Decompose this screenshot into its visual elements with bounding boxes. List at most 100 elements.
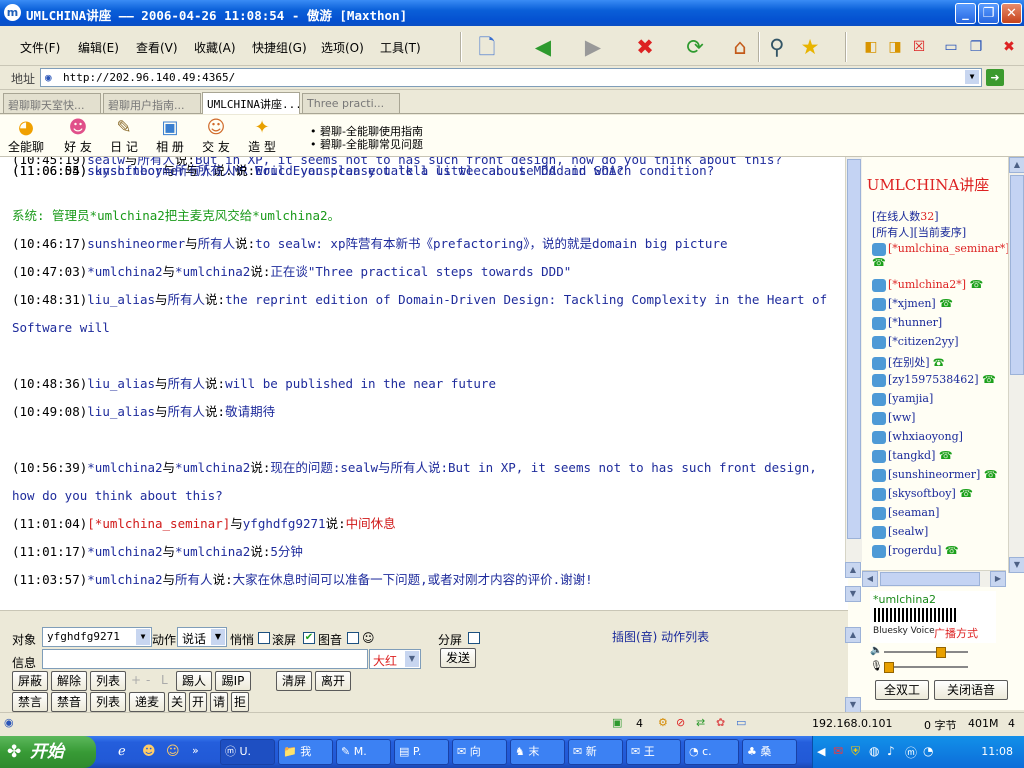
unblock-button[interactable]: 解除 xyxy=(51,671,87,691)
clear-screen-button[interactable]: 清屏 xyxy=(276,671,312,691)
tray-arrow-icon[interactable]: ◀ xyxy=(817,745,825,758)
task-button[interactable]: ▤ P. xyxy=(394,739,449,765)
plus-button[interactable]: + xyxy=(131,673,141,687)
tab-umlchina[interactable]: UMLCHINA讲座... xyxy=(202,92,300,114)
full-duplex-button[interactable]: 全双工 xyxy=(875,680,929,700)
user-list-item[interactable]: [sealw] xyxy=(872,525,928,539)
off-button[interactable]: 关 xyxy=(168,692,186,712)
user-list-item[interactable]: [sunshineormer] ☎ xyxy=(872,468,998,482)
target-select[interactable]: yfghdfg9271 ▼ xyxy=(42,627,152,647)
task-button[interactable]: ✉ 向 xyxy=(452,739,507,765)
message-input[interactable] xyxy=(42,649,368,669)
diary-button[interactable]: ✎ 日 记 xyxy=(104,118,144,155)
split-checkbox[interactable] xyxy=(468,632,480,644)
quick-launch-icon-2[interactable]: ☺ xyxy=(166,744,180,759)
user-list-item[interactable]: [seaman] xyxy=(872,506,939,520)
whisper-checkbox[interactable] xyxy=(258,632,270,644)
broadcast-mode[interactable]: 广播方式 xyxy=(934,625,978,641)
task-button[interactable]: ♣ 桑 xyxy=(742,739,797,765)
scroll-checkbox[interactable]: ✔ xyxy=(303,632,315,644)
user-list-item[interactable]: [skysoftboy] ☎ xyxy=(872,487,973,501)
task-button[interactable]: ✎ M. xyxy=(336,739,391,765)
tab-three-practical[interactable]: Three practi... xyxy=(302,93,400,113)
list2-button[interactable]: 列表 xyxy=(90,692,126,712)
next-tab-icon[interactable]: ◨ xyxy=(882,34,908,60)
menu-edit[interactable]: 编辑(E) xyxy=(78,39,119,56)
flower-icon[interactable]: ✿ xyxy=(716,716,725,729)
tab-bliao-chatroom[interactable]: 碧聊聊天室快... xyxy=(3,93,101,113)
task-button[interactable]: ♞ 末 xyxy=(510,739,565,765)
tray-volume-icon[interactable]: ♪ xyxy=(887,744,895,758)
mic-volume-slider[interactable] xyxy=(884,662,968,673)
list-button[interactable]: 列表 xyxy=(90,671,126,691)
mute-voice-button[interactable]: 禁音 xyxy=(51,692,87,712)
tray-mail-icon[interactable]: ✉ xyxy=(833,744,843,758)
net-icon[interactable]: ⇄ xyxy=(696,716,705,729)
dating-button[interactable]: ☺ 交 友 xyxy=(196,118,236,155)
send-button[interactable]: 发送 xyxy=(440,648,476,668)
friends-button[interactable]: ☻ 好 友 xyxy=(58,118,98,155)
speaker-volume-slider[interactable] xyxy=(884,647,968,658)
mute-text-button[interactable]: 禁言 xyxy=(12,692,48,712)
user-list-item[interactable]: [ww] xyxy=(872,411,915,425)
tray-network-icon[interactable]: ◍ xyxy=(869,744,879,758)
pass-mic-button[interactable]: 递麦 xyxy=(129,692,165,712)
user-list-hscrollbar[interactable]: ◀ ▶ xyxy=(862,570,1006,587)
go-icon[interactable]: ➜ xyxy=(986,69,1004,86)
quick-launch-icon[interactable]: ☻ xyxy=(142,744,156,759)
minimize-tab-icon[interactable]: ▭ xyxy=(938,34,964,60)
chevron-down-icon[interactable]: ▼ xyxy=(405,651,419,667)
user-list-scrollbar[interactable]: ▲ ▼ xyxy=(1008,157,1024,573)
tray-maxthon-icon[interactable]: ⓜ xyxy=(905,744,917,761)
block-icon[interactable]: ⊘ xyxy=(676,716,685,729)
new-page-icon[interactable]: 🗋 xyxy=(474,34,500,60)
user-list-item[interactable]: [*xjmen] ☎ xyxy=(872,297,953,311)
user-list-item[interactable]: [rogerdu] ☎ xyxy=(872,544,959,558)
insert-link[interactable]: 插图(音) 动作列表 xyxy=(612,628,709,645)
user-list-item[interactable]: [yamjia] xyxy=(872,392,933,406)
monitor-icon[interactable]: ▭ xyxy=(736,716,746,729)
user-list-item[interactable]: [在别处] ☎ xyxy=(872,354,944,370)
leave-button[interactable]: 离开 xyxy=(315,671,351,691)
task-button[interactable]: ◔ c. xyxy=(684,739,739,765)
input-scrollbar[interactable]: ▲ ▼ xyxy=(845,627,861,713)
menu-options[interactable]: 选项(O) xyxy=(321,39,364,56)
task-button[interactable]: ⓜ U. xyxy=(220,739,275,765)
close-all-icon[interactable]: ✖ xyxy=(996,34,1022,60)
user-list-item[interactable]: [whxiaoyong] xyxy=(872,430,963,444)
stop-icon[interactable]: ✖ xyxy=(632,34,658,60)
user-list-item[interactable]: [zy1597538462] ☎ xyxy=(872,373,996,387)
user-list-item[interactable]: [*umlchina2*] ☎ xyxy=(872,278,983,292)
user-list-item[interactable]: [tangkd] ☎ xyxy=(872,449,953,463)
chat-scrollbar-tail[interactable]: ▲ ▼ xyxy=(845,562,861,610)
reject-button[interactable]: 拒 xyxy=(231,692,249,712)
chat-scrollbar[interactable] xyxy=(845,157,862,562)
all-chat-button[interactable]: ◕ 全能聊 xyxy=(6,118,46,155)
block-button[interactable]: 屏蔽 xyxy=(12,671,48,691)
color-select[interactable]: 大红 ▼ xyxy=(369,649,421,669)
restore-button[interactable]: ❐ xyxy=(978,3,999,24)
avatar-button[interactable]: ✦ 造 型 xyxy=(242,118,282,155)
close-voice-button[interactable]: 关闭语音 xyxy=(934,680,1008,700)
action-select[interactable]: 说话 ▼ xyxy=(177,627,227,647)
clock[interactable]: 11:08 xyxy=(981,745,1013,758)
ie-icon[interactable]: ℯ xyxy=(118,744,126,759)
chevron-down-icon[interactable]: ▼ xyxy=(136,629,150,645)
zoom-icon[interactable]: ⚙ xyxy=(658,716,668,729)
refresh-icon[interactable]: ⟳ xyxy=(682,34,708,60)
popup-icon[interactable]: ▣ xyxy=(612,716,622,729)
more-arrow-icon[interactable]: » xyxy=(192,744,199,757)
restore-tab-icon[interactable]: ❐ xyxy=(963,34,989,60)
image-checkbox[interactable] xyxy=(347,632,359,644)
user-list-item[interactable]: [*umlchina_seminar*] ☎ xyxy=(872,242,1010,269)
guide-link-faq[interactable]: • 碧聊-全能聊常见问题 xyxy=(310,136,423,152)
prev-tab-icon[interactable]: ◧ xyxy=(858,34,884,60)
request-button[interactable]: 请 xyxy=(210,692,228,712)
start-button[interactable]: ✤ 开始 xyxy=(0,736,96,768)
favorites-star-icon[interactable]: ★ xyxy=(797,34,823,60)
l-button[interactable]: L xyxy=(161,673,168,687)
menu-groups[interactable]: 快捷组(G) xyxy=(252,39,307,56)
on-button[interactable]: 开 xyxy=(189,692,207,712)
minimize-button[interactable]: _ xyxy=(955,3,976,24)
list-header[interactable]: [所有人][当前麦序] xyxy=(872,224,966,240)
